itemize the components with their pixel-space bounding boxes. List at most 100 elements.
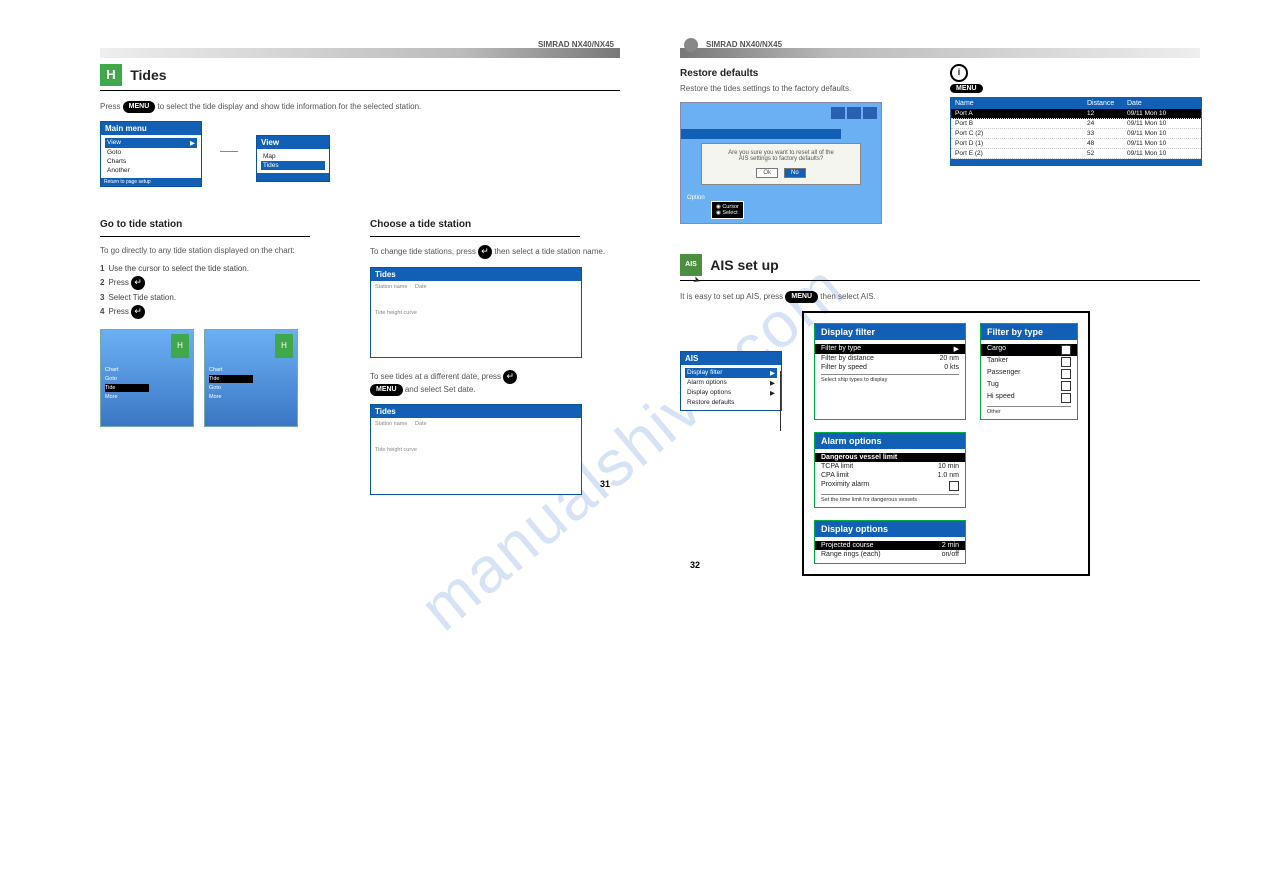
view-menu-title: View xyxy=(257,136,329,149)
panel-foot: Select ship types to display xyxy=(821,374,959,383)
intro-text: Press MENU to select the tide display an… xyxy=(100,101,620,113)
panel-row[interactable]: TCPA limit10 min xyxy=(821,462,959,471)
logo-icon xyxy=(684,38,698,52)
ais-menu-item[interactable]: Display filter▶ xyxy=(685,368,777,378)
page-header: SIMRAD NX40/NX45 xyxy=(680,40,1200,58)
table-row[interactable]: Port E (2)5209/11 Mon 10 xyxy=(951,149,1201,159)
panel-row[interactable]: Tug xyxy=(987,380,1071,392)
restore-heading: Restore defaults xyxy=(680,68,930,79)
info-icons: i MENU xyxy=(950,64,1200,93)
legend-label: Option xyxy=(687,195,705,201)
panel-row[interactable]: Proximity alarm xyxy=(821,480,959,492)
enter-icon: ↵ xyxy=(131,276,145,290)
modal-text: AIS settings to factory defaults? xyxy=(708,156,854,162)
main-menu-item[interactable]: Charts xyxy=(105,157,197,166)
checkbox-icon[interactable] xyxy=(949,481,959,491)
main-menu-item[interactable]: View▶ xyxy=(105,138,197,148)
main-menu-title: Main menu xyxy=(101,122,201,135)
header-gradient xyxy=(680,48,1200,58)
view-menu-footer xyxy=(257,173,329,181)
page-number: 32 xyxy=(690,560,700,570)
top-row: Restore defaults Restore the tides setti… xyxy=(680,64,1200,224)
checkbox-icon[interactable] xyxy=(1061,345,1071,355)
tides-icon: H xyxy=(100,64,122,86)
enter-icon: ↵ xyxy=(478,245,492,259)
choose-desc: To change tide stations, press ↵ then se… xyxy=(370,245,620,259)
ais-section-title: AIS set up xyxy=(710,257,778,273)
panel-row[interactable]: CPA limit1.0 nm xyxy=(821,471,959,480)
panel-row[interactable]: Tanker xyxy=(987,356,1071,368)
view-menu-item[interactable]: Map xyxy=(261,152,325,161)
tides-panel-title: Tides xyxy=(371,268,581,281)
panel-row[interactable]: Hi speed xyxy=(987,392,1071,404)
ais-menu-item[interactable]: Restore defaults xyxy=(685,398,777,407)
checkbox-icon[interactable] xyxy=(1061,381,1071,391)
main-menu-window: Main menu View▶ Goto Charts Another Retu… xyxy=(100,121,202,187)
goto-heading: Go to tide station xyxy=(100,219,350,230)
table-footer xyxy=(951,159,1201,165)
step: 3Select Tide station. xyxy=(100,293,350,302)
checkbox-icon[interactable] xyxy=(1061,369,1071,379)
enter-icon: ↵ xyxy=(131,305,145,319)
table-row[interactable]: Port A1209/11 Mon 10 xyxy=(951,109,1201,119)
table-row[interactable]: Port C (2)3309/11 Mon 10 xyxy=(951,129,1201,139)
screens-row: H Chart Goto Tide More H Chart Tide Goto… xyxy=(100,329,350,427)
restore-dialog-screen: Are you sure you want to reset all of th… xyxy=(680,102,882,224)
enter-icon: ↵ xyxy=(503,370,517,384)
sub-rule xyxy=(370,236,580,237)
page-number: 31 xyxy=(600,479,610,489)
tide-station-table: Name Distance Date Port A1209/11 Mon 10 … xyxy=(950,97,1202,166)
panel-subhead: Dangerous vessel limit xyxy=(815,453,965,462)
panel-row[interactable]: Filter by speed0 kts xyxy=(821,363,959,372)
step: 1Use the cursor to select the tide stati… xyxy=(100,264,350,273)
info-block: i MENU Name Distance Date Port A1209/11 … xyxy=(950,64,1200,166)
main-menu-footer: Return to page setup xyxy=(101,178,201,186)
view-menu-item[interactable]: Tides xyxy=(261,161,325,170)
ais-panels-box: Display filter Filter by type▶ Filter by… xyxy=(802,311,1090,576)
ais-menu-item[interactable]: Display options▶ xyxy=(685,388,777,398)
ais-section: AIS AIS set up It is easy to set up AIS,… xyxy=(680,254,1200,576)
panel-row[interactable]: Range rings (each)on/off xyxy=(821,550,959,559)
table-row[interactable]: Port D (1)4809/11 Mon 10 xyxy=(951,139,1201,149)
restore-block: Restore defaults Restore the tides setti… xyxy=(680,64,930,224)
main-menu-body: View▶ Goto Charts Another xyxy=(101,135,201,178)
choose-desc2: To see tides at a different date, press … xyxy=(370,370,620,396)
ais-menu-item[interactable]: Alarm options▶ xyxy=(685,378,777,388)
view-menu-body: Map Tides xyxy=(257,149,329,173)
left-page: SIMRAD NX40/NX45 H Tides Press MENU to s… xyxy=(100,40,620,495)
dialog-stripe xyxy=(681,129,841,139)
step: 4Press ↵ xyxy=(100,305,350,319)
panel-title: Display filter xyxy=(815,324,965,340)
main-menu-item[interactable]: Another xyxy=(105,166,197,175)
tides-panel2-body: Station name Date Tide height curve xyxy=(371,418,581,494)
goto-column: Go to tide station To go directly to any… xyxy=(100,215,350,495)
filter-by-type-panel: Filter by type Cargo Tanker Passenger Tu… xyxy=(980,323,1078,420)
info-icon: i xyxy=(950,64,968,82)
panel-row[interactable]: Cargo xyxy=(981,344,1077,356)
menu-pill: MENU xyxy=(785,291,818,303)
panel-row[interactable]: Filter by type▶ xyxy=(815,344,965,354)
section-title: Tides xyxy=(130,67,166,83)
alarm-options-panel: Alarm options Dangerous vessel limit TCP… xyxy=(814,432,966,508)
ais-menu-block: AIS Display filter▶ Alarm options▶ Displ… xyxy=(680,351,782,431)
panel-title: Alarm options xyxy=(815,433,965,449)
menus-row: Main menu View▶ Goto Charts Another Retu… xyxy=(100,121,620,187)
ais-layout: AIS Display filter▶ Alarm options▶ Displ… xyxy=(680,311,1200,576)
panel-row[interactable]: Projected course2 min xyxy=(815,541,965,550)
section-heading-row: H Tides xyxy=(100,64,620,86)
checkbox-icon[interactable] xyxy=(1061,393,1071,403)
tides-panel-2: Tides Station name Date Tide height curv… xyxy=(370,404,582,495)
main-menu-item[interactable]: Goto xyxy=(105,148,197,157)
panel-row[interactable]: Filter by distance20 nm xyxy=(821,354,959,363)
no-button[interactable]: No xyxy=(784,168,806,178)
window-controls xyxy=(831,107,877,119)
table-row[interactable]: Port B2409/11 Mon 10 xyxy=(951,119,1201,129)
checkbox-icon[interactable] xyxy=(1061,357,1071,367)
screen-menu: Chart Goto Tide More xyxy=(105,366,149,402)
screen-side-icon: H xyxy=(275,334,293,358)
modal-buttons: Ok No xyxy=(708,168,854,178)
right-page: SIMRAD NX40/NX45 Restore defaults Restor… xyxy=(680,40,1200,576)
panel-row[interactable]: Passenger xyxy=(987,368,1071,380)
ok-button[interactable]: Ok xyxy=(756,168,778,178)
ais-menu-window: AIS Display filter▶ Alarm options▶ Displ… xyxy=(680,351,782,411)
